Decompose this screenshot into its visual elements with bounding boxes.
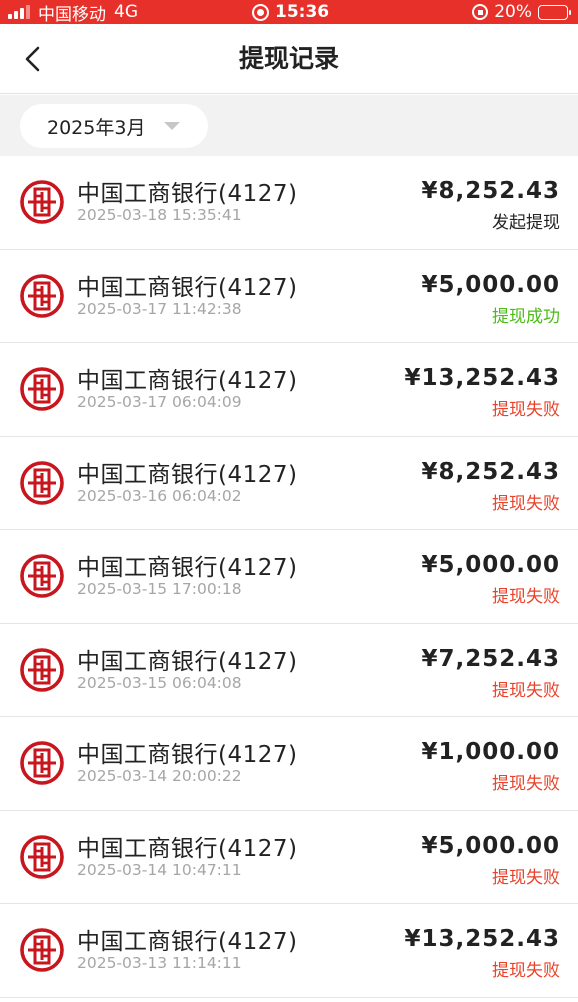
- bank-name: 中国工商银行(4127): [77, 461, 298, 488]
- withdrawal-time: 2025-03-15 06:04:08: [77, 673, 242, 692]
- withdrawal-time: 2025-03-18 15:35:41: [77, 206, 242, 224]
- carrier-name: 中国移动: [38, 4, 106, 25]
- withdrawal-status: 提现失败: [492, 961, 560, 981]
- battery-icon: [538, 4, 571, 20]
- withdrawal-time: 2025-03-13 11:14:11: [77, 954, 242, 972]
- icbc-logo-icon: [20, 273, 64, 318]
- filter-bar: 2025年3月: [0, 95, 578, 156]
- withdrawal-row[interactable]: 中国工商银行(4127) 2025-03-16 06:04:02 ¥8,252.…: [0, 436, 578, 530]
- withdrawal-row[interactable]: 中国工商银行(4127) 2025-03-13 11:14:11 ¥13,252…: [0, 904, 578, 998]
- caret-down-icon: [164, 122, 180, 130]
- withdrawal-row[interactable]: 中国工商银行(4127) 2025-03-14 10:47:11 ¥5,000.…: [0, 810, 578, 904]
- withdrawal-list: 中国工商银行(4127) 2025-03-18 15:35:41 ¥8,252.…: [0, 156, 578, 998]
- withdrawal-amount: ¥8,252.43: [421, 458, 560, 485]
- withdrawal-time: 2025-03-17 06:04:09: [77, 393, 242, 411]
- withdrawal-status: 发起提现: [492, 213, 560, 233]
- rotation-lock-icon: [472, 4, 489, 20]
- bank-name: 中国工商银行(4127): [77, 274, 298, 301]
- withdrawal-status: 提现成功: [492, 306, 560, 327]
- bank-name: 中国工商银行(4127): [77, 181, 298, 207]
- withdrawal-amount: ¥13,252.43: [404, 365, 560, 391]
- withdrawal-amount: ¥8,252.43: [421, 178, 560, 204]
- withdrawal-amount: ¥5,000.00: [421, 552, 560, 578]
- network-type: 4G: [114, 2, 138, 22]
- withdrawal-status: 提现失败: [492, 400, 560, 420]
- page-title: 提现记录: [238, 44, 339, 73]
- status-left: 中国移动 4G: [8, 0, 138, 25]
- withdrawal-amount: ¥5,000.00: [421, 271, 560, 298]
- signal-icon: [8, 5, 30, 19]
- nav-bar: 提现记录: [0, 24, 578, 94]
- withdrawal-amount: ¥5,000.00: [421, 832, 560, 859]
- screen-record-icon: [252, 3, 269, 21]
- withdrawal-status: 提现失败: [492, 493, 560, 514]
- month-label: 2025年3月: [47, 116, 146, 139]
- status-bar: 中国移动 4G 15:36 20%: [0, 0, 578, 25]
- status-center: 15:36: [252, 0, 329, 24]
- withdrawal-row[interactable]: 中国工商银行(4127) 2025-03-17 11:42:38 ¥5,000.…: [0, 249, 578, 343]
- withdrawal-status: 提现失败: [492, 680, 560, 701]
- bank-name: 中国工商银行(4127): [77, 835, 298, 862]
- withdrawal-time: 2025-03-14 10:47:11: [77, 860, 242, 879]
- bank-name: 中国工商银行(4127): [77, 742, 298, 768]
- icbc-logo-icon: [20, 741, 64, 785]
- battery-percent: 20%: [494, 2, 532, 22]
- icbc-logo-icon: [20, 460, 64, 505]
- month-selector[interactable]: 2025年3月: [20, 104, 208, 148]
- clock: 15:36: [275, 2, 330, 22]
- withdrawal-status: 提现失败: [492, 587, 560, 607]
- withdrawal-row[interactable]: 中国工商银行(4127) 2025-03-17 06:04:09 ¥13,252…: [0, 343, 578, 437]
- withdrawal-amount: ¥13,252.43: [404, 926, 560, 952]
- withdrawal-status: 提现失败: [492, 774, 560, 794]
- icbc-logo-icon: [20, 367, 64, 411]
- icbc-logo-icon: [20, 834, 64, 879]
- withdrawal-row[interactable]: 中国工商银行(4127) 2025-03-15 17:00:18 ¥5,000.…: [0, 530, 578, 624]
- icbc-logo-icon: [20, 647, 64, 692]
- withdrawal-row[interactable]: 中国工商银行(4127) 2025-03-18 15:35:41 ¥8,252.…: [0, 156, 578, 250]
- withdrawal-time: 2025-03-15 17:00:18: [77, 580, 242, 598]
- withdrawal-row[interactable]: 中国工商银行(4127) 2025-03-15 06:04:08 ¥7,252.…: [0, 623, 578, 717]
- withdrawal-status: 提现失败: [492, 867, 560, 888]
- withdrawal-time: 2025-03-14 20:00:22: [77, 767, 242, 785]
- withdrawal-time: 2025-03-16 06:04:02: [77, 486, 242, 505]
- bank-name: 中国工商银行(4127): [77, 555, 298, 581]
- chevron-left-icon[interactable]: [20, 45, 48, 73]
- withdrawal-time: 2025-03-17 11:42:38: [77, 299, 242, 318]
- withdrawal-amount: ¥1,000.00: [421, 739, 560, 765]
- bank-name: 中国工商银行(4127): [77, 929, 298, 955]
- bank-name: 中国工商银行(4127): [77, 648, 298, 675]
- icbc-logo-icon: [20, 554, 64, 598]
- bank-name: 中国工商银行(4127): [77, 368, 298, 394]
- withdrawal-row[interactable]: 中国工商银行(4127) 2025-03-14 20:00:22 ¥1,000.…: [0, 717, 578, 811]
- withdrawal-amount: ¥7,252.43: [421, 645, 560, 672]
- icbc-logo-icon: [20, 180, 64, 224]
- status-right: 20%: [472, 0, 571, 24]
- icbc-logo-icon: [20, 928, 64, 972]
